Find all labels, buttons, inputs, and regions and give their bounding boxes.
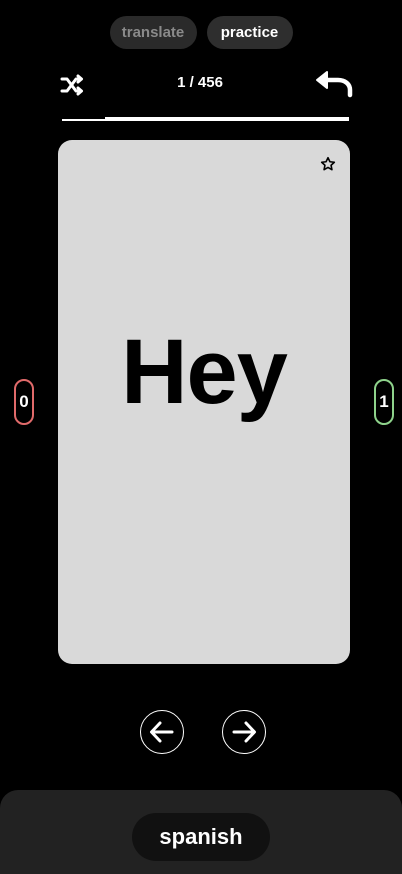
arrow-right-icon <box>232 721 256 743</box>
shuffle-icon[interactable] <box>58 72 86 98</box>
arrow-left-icon <box>150 721 174 743</box>
tab-translate[interactable]: translate <box>109 16 197 49</box>
tab-practice[interactable]: practice <box>206 16 293 49</box>
language-selector-button[interactable]: spanish <box>132 813 270 861</box>
undo-arrow-icon[interactable] <box>310 68 356 100</box>
card-counter: 1 / 456 <box>177 74 223 91</box>
next-card-button[interactable] <box>222 710 266 754</box>
mode-tabs: translate practice <box>0 16 402 49</box>
bottom-sheet: spanish <box>0 790 402 874</box>
previous-card-button[interactable] <box>140 710 184 754</box>
wrong-count-badge: 0 <box>14 379 34 425</box>
card-word: Hey <box>121 320 288 423</box>
right-count-badge: 1 <box>374 379 394 425</box>
flashcard[interactable]: Hey <box>58 140 350 664</box>
